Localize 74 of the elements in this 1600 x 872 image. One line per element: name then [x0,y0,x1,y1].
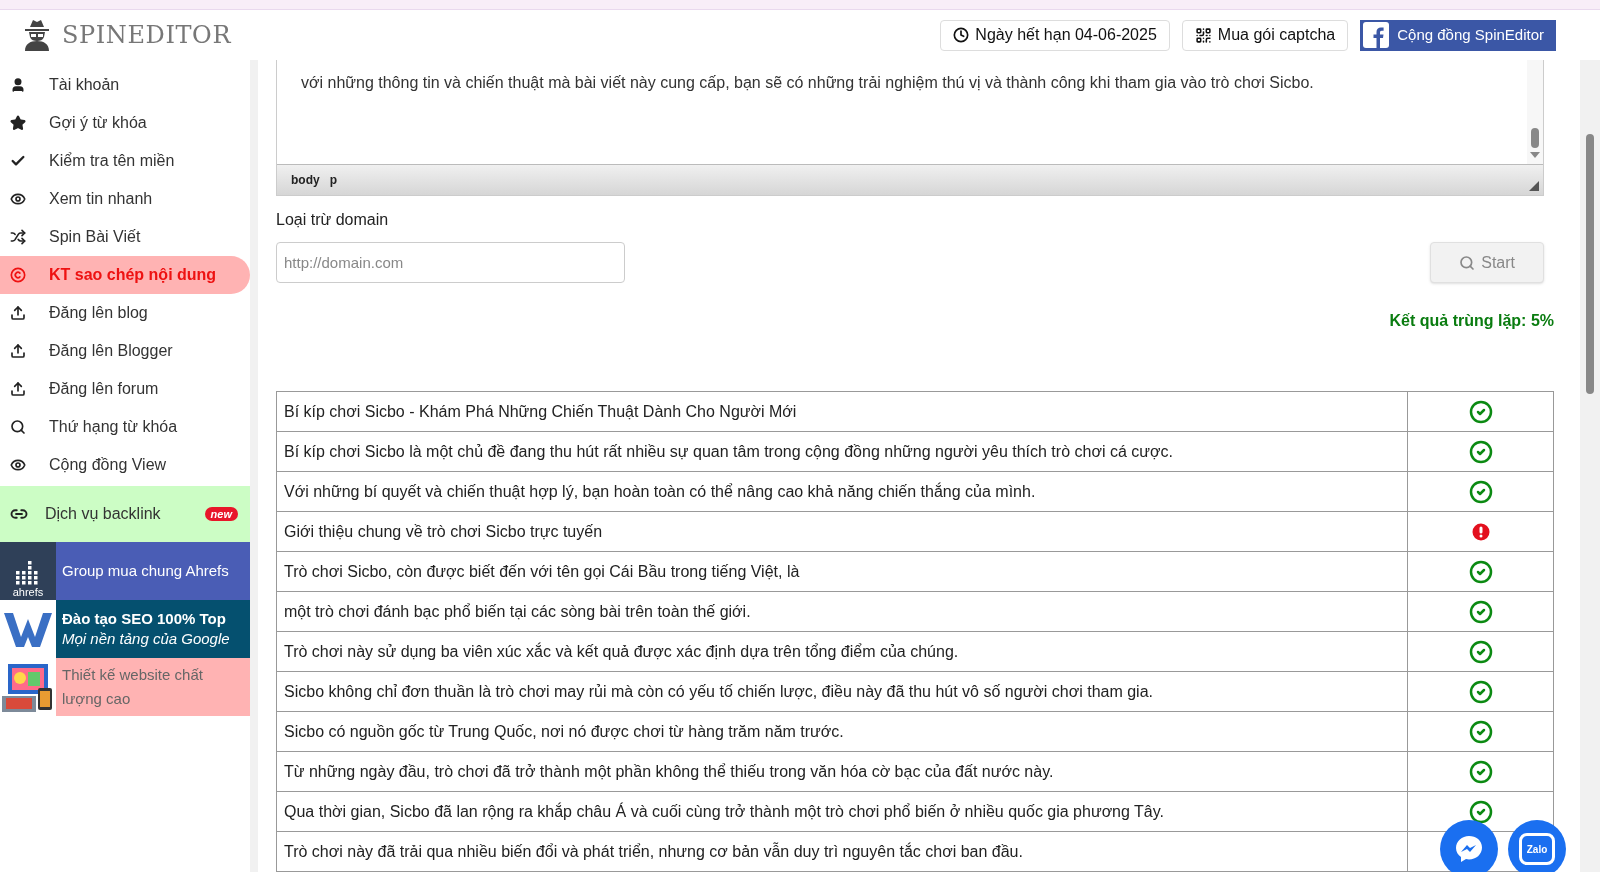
check-circle-icon [1468,799,1493,824]
backlink-item[interactable]: Dịch vụ backlink new [0,486,250,542]
qr-code-icon [1194,26,1212,44]
eye-icon [10,191,26,207]
shuffle-icon [10,229,26,245]
check-circle-icon [1468,479,1493,504]
check-circle-icon [1468,639,1493,664]
sidebar-item[interactable]: Đăng lên Blogger [0,332,250,370]
table-cell: một trò chơi đánh bạc phổ biến tại các sòng bài trên toàn thế giới. [276,591,1408,632]
messenger-button[interactable] [1440,820,1498,872]
new-badge: new [204,507,238,521]
sidebar-item[interactable]: Spin Bài Viết [0,218,250,256]
domain-input-field[interactable]: http://domain.com [276,242,625,283]
editor-text: với những thông tin và chiến thuật mà bài viết này cung cấp, bạn sẽ có những trải nghiệm thú vị và thành công khi tham gia vào trò chơi Sicbo. [300,73,1315,93]
check-circle-icon [1468,399,1493,424]
table-cell: Trò chơi Sicbo, còn được biết đến với tên gọi Cái Bầu trong tiếng Việt, là [276,551,1408,592]
promo-title: Group mua chung Ahrefs [61,560,229,581]
table-cell: Qua thời gian, Sicbo đã lan rộng ra khắp châu Á và cuối cùng trở thành một trò chơi phổ biến ở nhiều quốc gia phương Tây. [276,791,1408,832]
clock-icon [953,27,970,43]
ahrefs-promo-banner[interactable]: ahrefs Group mua chung Ahrefs [0,542,250,600]
sidebar-item[interactable]: Đăng lên blog [0,294,250,332]
check-circle-icon [1468,679,1493,704]
check-circle-icon [1468,759,1493,784]
facebook-icon [1363,22,1390,48]
facebook-community-button[interactable]: Cộng đồng SpinEditor [1360,19,1556,51]
check-circle-icon [1468,719,1493,744]
sidebar-item[interactable]: Kiểm tra tên miền [0,142,250,180]
sidebar-item[interactable]: Cộng đồng View [0,446,250,484]
seo-training-banner[interactable]: Đào tạo SEO 100% Top Mọi nền tảng của Google [0,600,250,658]
zalo-button[interactable]: Zalo [1508,820,1566,872]
table-cell: Sicbo không chỉ đơn thuần là trò chơi may rủi mà còn có yếu tố chiến lược, điều này đã thu hút vô số người chơi tham gia. [276,671,1408,712]
table-cell: Sicbo có nguồn gốc từ Trung Quốc, nơi nó được chơi từ hàng trăm năm trước. [276,711,1408,752]
upload-icon [10,381,26,397]
table-cell: Giới thiệu chung về trò chơi Sicbo trực tuyến [276,511,1408,552]
sidebar-item[interactable]: Thứ hạng từ khóa [0,408,250,446]
promo-title: Thiết kế website chất lượng cao [61,665,204,709]
check-circle-icon [1468,439,1493,464]
sidebar-item[interactable]: Tài khoản [0,66,250,104]
element-path-item[interactable]: body [291,171,320,189]
captcha-button[interactable]: Mua gói captcha [1181,19,1349,51]
duplicate-result: Kết quả trùng lặp: 5% [1389,311,1554,331]
messenger-icon [1454,834,1484,864]
promo-subtitle: Mọi nền tảng của Google [62,629,230,649]
table-cell: Từ những ngày đầu, trò chơi đã trở thành một phần không thể thiếu trong văn hóa cờ bạc của đất nước này. [276,751,1408,792]
eye-icon [10,457,26,473]
table-cell: Với những bí quyết và chiến thuật hợp lý, bạn hoàn toàn có thể nâng cao khả năng chiến thắng của mình. [276,471,1408,512]
search-icon [1459,254,1476,271]
spy-logo-icon [24,19,50,51]
star-icon [10,115,26,131]
sidebar-item[interactable]: Gợi ý từ khóa [0,104,250,142]
web-design-banner[interactable]: Thiết kế website chất lượng cao [0,658,250,716]
ahrefs-logo: ahrefs [0,542,56,600]
exclude-domain-label: Loại trừ domain [276,210,390,230]
expiry-date-button[interactable]: Ngày hết hạn 04-06-2025 [940,19,1170,51]
table-cell: Bí kíp chơi Sicbo - Khám Phá Những Chiến Thuật Dành Cho Người Mới [276,391,1408,432]
table-cell: Trò chơi này đã trải qua nhiều biến đổi và phát triển, nhưng cơ bản vẫn duy trì nguyên tắc chơi ban đầu. [276,831,1408,872]
promo-title: Đào tạo SEO 100% Top [62,609,227,629]
search-icon [10,419,26,435]
zalo-logo: Zalo [1519,833,1555,865]
resize-handle-icon[interactable] [1529,181,1539,191]
sidebar-item[interactable]: Đăng lên forum [0,370,250,408]
element-path-item[interactable]: p [329,171,337,189]
user-icon [10,77,26,93]
text-editor[interactable]: với những thông tin và chiến thuật mà bài viết này cung cấp, bạn sẽ có những trải nghiệm thú vị và thành công khi tham gia vào trò chơi Sicbo. body p [276,60,1544,196]
table-cell: Trò chơi này sử dụng ba viên xúc xắc và kết quả được xác định dựa trên tổng điểm của chúng. [276,631,1408,672]
upload-icon [10,305,26,321]
upload-icon [10,343,26,359]
copyright-icon [10,267,26,283]
check-circle-icon [1468,599,1493,624]
table-cell: Bí kíp chơi Sicbo là một chủ đề đang thu hút rất nhiều sự quan tâm trong cộng đồng những người yêu thích trò chơi cá cược. [276,431,1408,472]
dots-icon [16,561,40,587]
check-circle-icon [1468,559,1493,584]
logo-text: SPINEDITOR [62,20,232,51]
sidebar-item[interactable]: Xem tin nhanh [0,180,250,218]
